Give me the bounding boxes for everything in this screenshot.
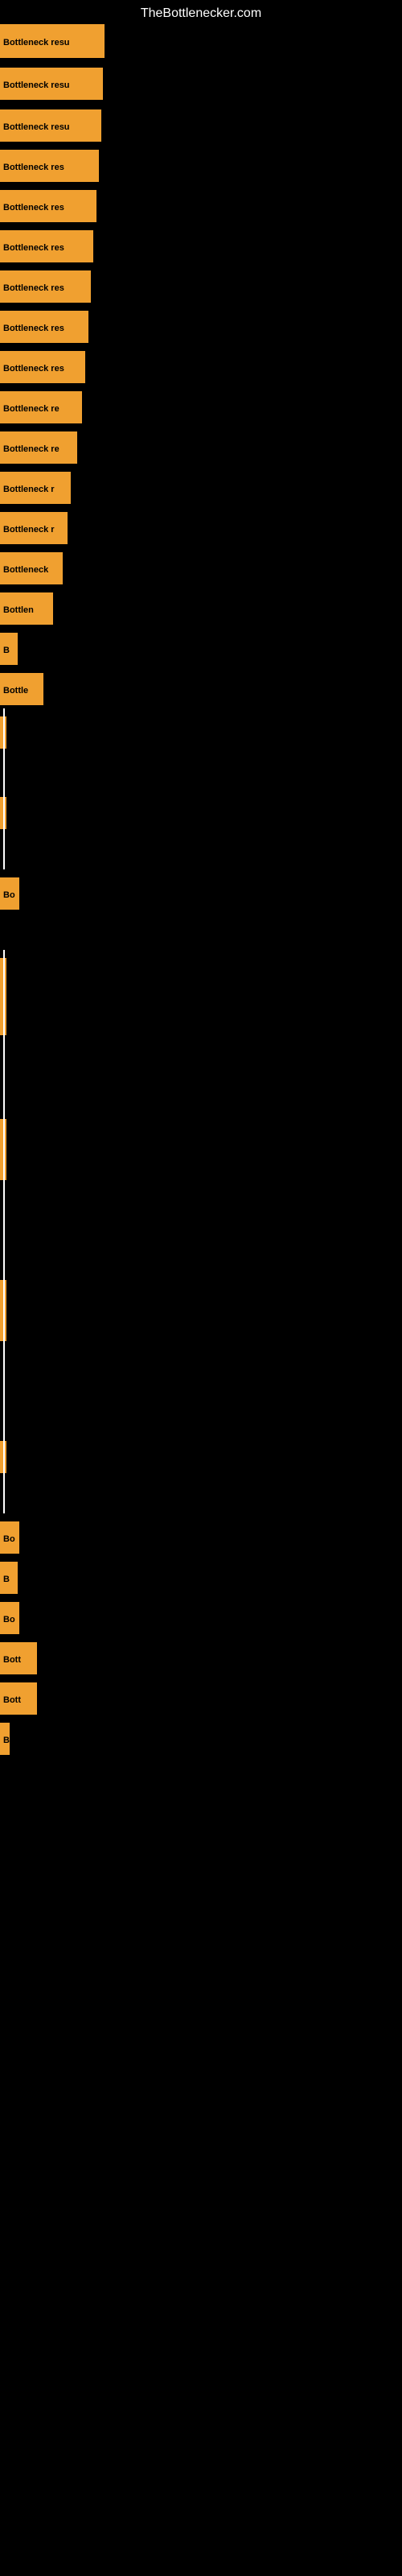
bar-item: Bottle bbox=[0, 671, 43, 707]
bar-label: Bottleneck re bbox=[0, 391, 82, 423]
bar-label: Bottle bbox=[0, 673, 43, 705]
bar-item: Bott bbox=[0, 1641, 37, 1676]
bar-item: Bo bbox=[0, 1520, 19, 1555]
bar-item: Bo bbox=[0, 1600, 19, 1636]
bar-label: Bott bbox=[0, 1642, 37, 1674]
bar-label: Bottleneck r bbox=[0, 512, 68, 544]
bar-label: Bottleneck resu bbox=[0, 68, 103, 100]
bar-item: Bott bbox=[0, 1681, 37, 1716]
bar-label: Bo bbox=[0, 877, 19, 910]
bar-label: B bbox=[0, 633, 18, 665]
bar-label: Bottleneck res bbox=[0, 270, 91, 303]
bar-label: Bottleneck bbox=[0, 552, 63, 584]
bar-label: Bottleneck res bbox=[0, 351, 85, 383]
bar-item: Bottleneck res bbox=[0, 269, 91, 304]
bar-item: Bottleneck r bbox=[0, 510, 68, 546]
bar-item: B bbox=[0, 1721, 10, 1757]
bar-label: B bbox=[0, 1723, 10, 1755]
bar-item: Bottleneck res bbox=[0, 309, 88, 345]
bar-label: B bbox=[0, 1562, 18, 1594]
vertical-line bbox=[3, 950, 5, 1111]
bar-item: B bbox=[0, 1560, 18, 1596]
bar-label: Bottlen bbox=[0, 592, 53, 625]
vertical-line bbox=[3, 789, 5, 869]
bar-item: Bottleneck res bbox=[0, 349, 85, 385]
bar-item: Bo bbox=[0, 876, 19, 911]
bar-label: Bottleneck r bbox=[0, 472, 71, 504]
bar-item: Bottleneck r bbox=[0, 470, 71, 506]
bar-label: Bottleneck resu bbox=[0, 109, 101, 142]
bar-item: Bottleneck res bbox=[0, 229, 93, 264]
bar-item: Bottleneck bbox=[0, 551, 63, 586]
bar-label: Bottleneck res bbox=[0, 311, 88, 343]
bar-label: Bott bbox=[0, 1682, 37, 1715]
vertical-line bbox=[3, 708, 5, 789]
bar-item: Bottleneck resu bbox=[0, 108, 101, 143]
bar-label: Bottleneck re bbox=[0, 431, 77, 464]
bar-label: Bottleneck res bbox=[0, 150, 99, 182]
bar-label: Bottleneck res bbox=[0, 230, 93, 262]
bar-item: Bottleneck res bbox=[0, 188, 96, 224]
bar-item: Bottleneck resu bbox=[0, 23, 105, 60]
vertical-line bbox=[3, 1111, 5, 1272]
bar-label: Bottleneck res bbox=[0, 190, 96, 222]
vertical-line bbox=[3, 1272, 5, 1433]
bar-item: B bbox=[0, 631, 18, 667]
bar-item: Bottlen bbox=[0, 591, 53, 626]
bar-label: Bo bbox=[0, 1521, 19, 1554]
bar-item: Bottleneck resu bbox=[0, 66, 103, 101]
bar-label: Bottleneck resu bbox=[0, 24, 105, 58]
bar-item: Bottleneck re bbox=[0, 390, 82, 425]
bar-item: Bottleneck re bbox=[0, 430, 77, 465]
vertical-line bbox=[3, 1433, 5, 1513]
bar-label: Bo bbox=[0, 1602, 19, 1634]
bar-item: Bottleneck res bbox=[0, 148, 99, 184]
